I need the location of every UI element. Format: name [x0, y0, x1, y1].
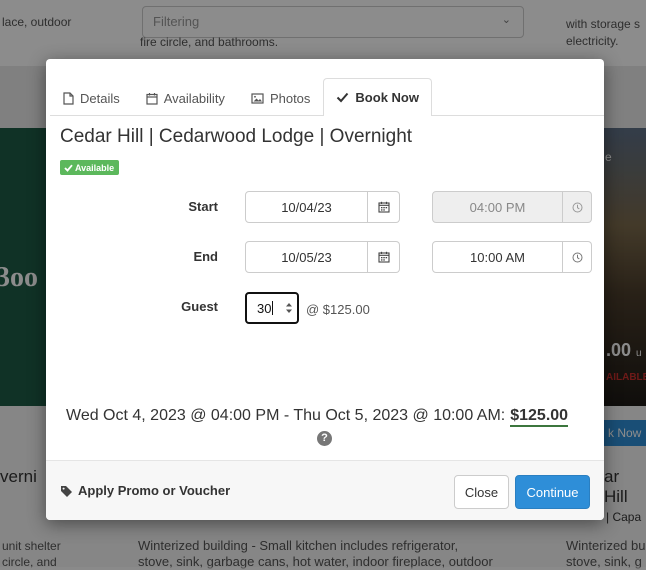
start-label: Start [188, 199, 218, 214]
tab-label: Photos [269, 90, 311, 106]
calendar-icon [146, 92, 158, 105]
calendar-icon [377, 201, 390, 213]
tag-icon [61, 485, 72, 497]
tab-label: Book Now [355, 90, 419, 105]
modal-tabs: Details Availability Photos Book Now [46, 71, 604, 116]
apply-promo-link[interactable]: Apply Promo or Voucher [60, 483, 230, 498]
guest-label: Guest [181, 299, 218, 314]
guest-count-value: 30 [257, 301, 272, 316]
modal-title: Cedar Hill | Cedarwood Lodge | Overnight [60, 126, 413, 147]
check-icon [337, 92, 349, 103]
image-icon [251, 92, 264, 104]
end-time-input[interactable]: 10:00 AM [432, 241, 563, 273]
file-icon [63, 91, 74, 105]
start-date-input[interactable]: 10/04/23 [245, 191, 368, 223]
status-badge-label: Available [75, 163, 115, 173]
tab-details[interactable]: Details [50, 79, 133, 116]
end-date-picker-button[interactable] [368, 241, 400, 273]
tab-availability[interactable]: Availability [133, 79, 238, 116]
text-cursor [272, 301, 274, 315]
tab-photos[interactable]: Photos [238, 79, 323, 116]
tab-label: Availability [163, 90, 225, 106]
modal-footer: Apply Promo or Voucher Close Continue [46, 460, 604, 520]
booking-summary-dates: Wed Oct 4, 2023 @ 04:00 PM - Thu Oct 5, … [66, 407, 506, 424]
close-button[interactable]: Close [454, 475, 509, 509]
booking-total: $125.00 [510, 407, 569, 427]
clock-icon [572, 202, 582, 212]
status-badge: Available [60, 160, 120, 175]
continue-button[interactable]: Continue [515, 475, 590, 509]
start-time-input: 04:00 PM [432, 191, 563, 223]
start-date-picker-button[interactable] [368, 191, 400, 223]
end-date-input[interactable]: 10/05/23 [245, 241, 368, 273]
check-icon [64, 164, 73, 172]
start-time-picker-button [563, 191, 592, 223]
rate-per-guest: @ $125.00 [306, 302, 370, 317]
end-time-picker-button[interactable] [563, 241, 592, 273]
tab-book-now[interactable]: Book Now [323, 78, 432, 116]
apply-promo-label: Apply Promo or Voucher [78, 483, 231, 498]
end-label: End [193, 249, 218, 264]
number-spinner[interactable] [285, 301, 293, 315]
help-icon[interactable]: ? [317, 431, 332, 446]
calendar-icon [377, 251, 390, 263]
clock-icon [572, 252, 582, 262]
booking-modal: Details Availability Photos Book Now Ced… [46, 59, 604, 520]
booking-summary: Wed Oct 4, 2023 @ 04:00 PM - Thu Oct 5, … [66, 407, 569, 427]
guest-count-input[interactable]: 30 [245, 292, 299, 324]
tab-label: Details [80, 90, 120, 106]
